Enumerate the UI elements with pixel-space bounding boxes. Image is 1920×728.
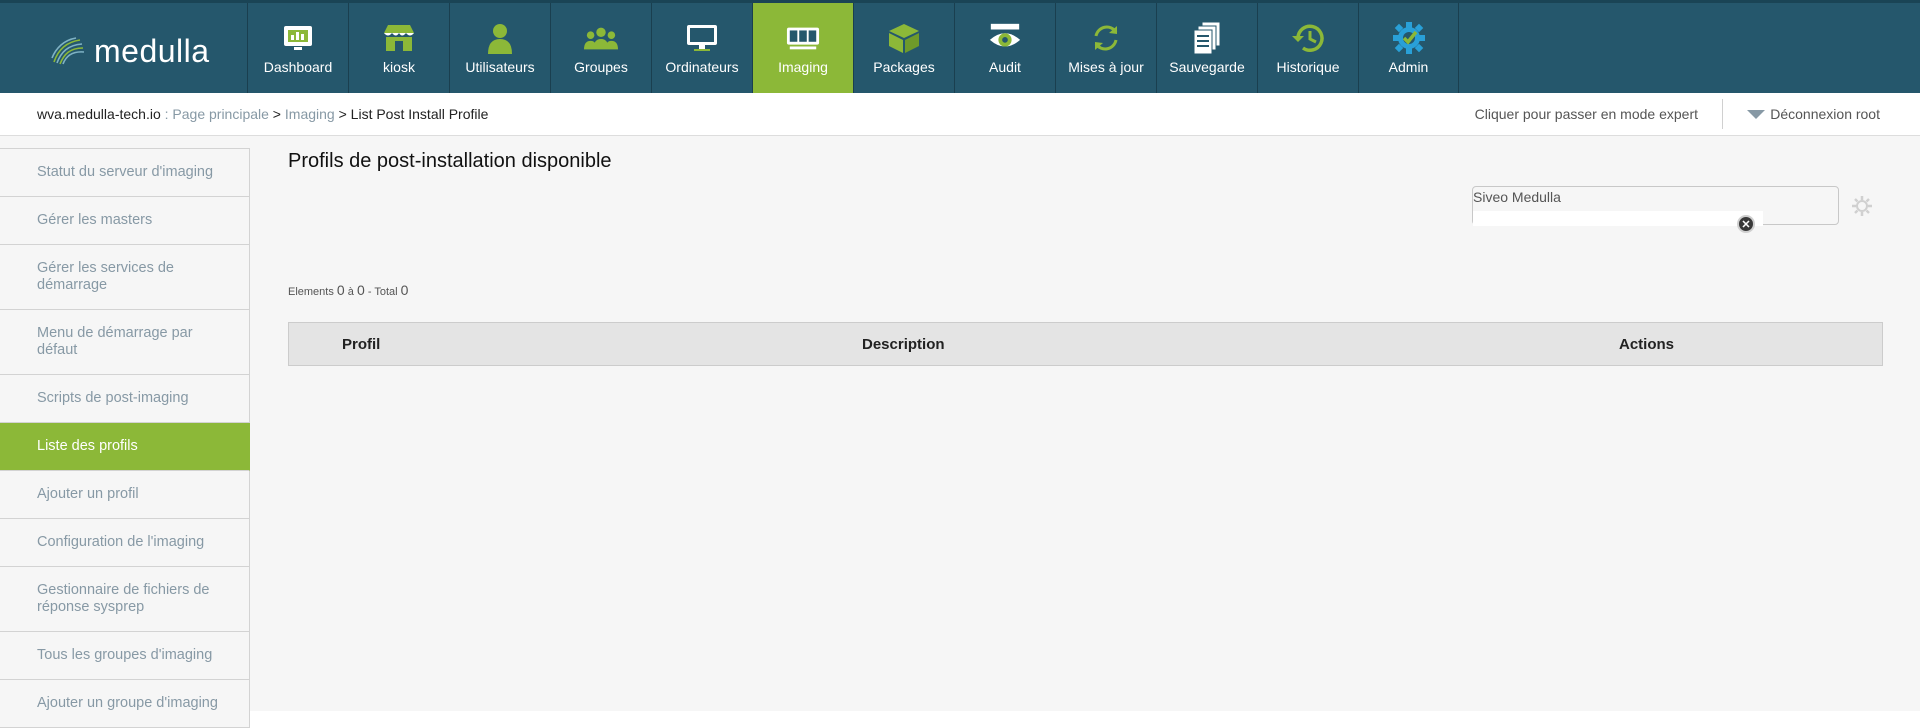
sidebar-item-label: Liste des profils — [37, 438, 138, 454]
nav-mises-a-jour[interactable]: Mises à jour — [1055, 3, 1156, 93]
search-input[interactable] — [1473, 211, 1763, 226]
breadcrumb-host: wva.medulla-tech.io — [37, 106, 161, 122]
page-title: Profils de post-installation disponible — [288, 150, 612, 172]
logo-text: medulla — [94, 32, 210, 69]
count-total-label: - Total — [367, 286, 398, 298]
sidebar-item-statut-serveur[interactable]: Statut du serveur d'imaging — [0, 149, 250, 197]
sidebar-item-ajouter-profil[interactable]: Ajouter un profil — [0, 471, 250, 519]
medulla-logo[interactable]: medulla — [50, 31, 250, 71]
count-sep: à — [347, 286, 354, 298]
nav-label: kiosk — [383, 59, 415, 75]
medulla-logo-icon — [51, 37, 85, 65]
nav-label: Dashboard — [263, 59, 333, 75]
computer-icon — [685, 21, 719, 55]
logout-label: Déconnexion root — [1770, 106, 1880, 122]
dashboard-icon — [281, 21, 315, 55]
sidebar: Statut du serveur d'imaging Gérer les ma… — [0, 148, 250, 728]
column-header-profil: Profil — [342, 336, 381, 353]
sidebar-item-label: Ajouter un groupe d'imaging — [37, 695, 218, 711]
nav-label: Sauvegarde — [1169, 59, 1245, 75]
nav-utilisateurs[interactable]: Utilisateurs — [449, 3, 550, 93]
sidebar-item-ajouter-groupe-imaging[interactable]: Ajouter un groupe d'imaging — [0, 680, 250, 728]
nav-label: Packages — [873, 59, 935, 75]
sidebar-item-groupes-imaging[interactable]: Tous les groupes d'imaging — [0, 632, 250, 680]
column-header-description: Description — [862, 336, 945, 353]
breadcrumb-home-link[interactable]: Page principale — [172, 106, 269, 122]
nav-label: Admin — [1388, 59, 1429, 75]
sidebar-item-configuration-imaging[interactable]: Configuration de l'imaging — [0, 519, 250, 567]
count-prefix: Elements — [288, 286, 334, 298]
nav-dashboard[interactable]: Dashboard — [247, 3, 348, 93]
sidebar-item-gerer-masters[interactable]: Gérer les masters — [0, 197, 250, 245]
filter-box: Siveo Medulla — [1472, 186, 1839, 226]
main-nav: Dashboard kiosk Utilisateurs Groupes Ord… — [247, 3, 1459, 93]
nav-label: Utilisateurs — [465, 59, 535, 75]
breadcrumb: wva.medulla-tech.io : Page principale > … — [37, 106, 488, 122]
nav-label: Ordinateurs — [665, 59, 739, 75]
sidebar-item-liste-profils[interactable]: Liste des profils — [0, 423, 250, 471]
sidebar-item-services-demarrage[interactable]: Gérer les services de démarrage — [0, 245, 250, 310]
logout-link[interactable]: Déconnexion root — [1747, 106, 1880, 122]
imaging-icon — [786, 21, 820, 55]
sidebar-item-scripts-post-imaging[interactable]: Scripts de post-imaging — [0, 375, 250, 423]
sidebar-item-label: Tous les groupes d'imaging — [37, 647, 213, 663]
sidebar-item-label: Statut du serveur d'imaging — [37, 164, 214, 180]
sidebar-item-label: Ajouter un profil — [37, 486, 139, 502]
count-to: 0 — [356, 282, 365, 298]
header-divider — [1722, 99, 1723, 129]
sidebar-item-sysprep[interactable]: Gestionnaire de fichiers de réponse sysp… — [0, 567, 250, 632]
caret-down-icon — [1747, 109, 1766, 119]
nav-historique[interactable]: Historique — [1257, 3, 1358, 93]
top-navbar: medulla Dashboard kiosk Utilisateurs Gro… — [0, 0, 1920, 93]
breadcrumb-current: List Post Install Profile — [350, 106, 489, 122]
nav-admin[interactable]: Admin — [1358, 3, 1459, 93]
profiles-table-header: Profil Description Actions — [288, 322, 1883, 366]
admin-gear-icon — [1392, 21, 1426, 55]
count-total: 0 — [400, 282, 409, 298]
nav-ordinateurs[interactable]: Ordinateurs — [651, 3, 752, 93]
nav-label: Imaging — [778, 59, 828, 75]
nav-label: Groupes — [574, 59, 628, 75]
nav-label: Historique — [1276, 59, 1340, 75]
sidebar-item-label: Gérer les services de démarrage — [37, 260, 174, 293]
sidebar-item-label: Configuration de l'imaging — [37, 534, 205, 550]
nav-imaging[interactable]: Imaging — [752, 3, 853, 93]
breadcrumb-bar: wva.medulla-tech.io : Page principale > … — [0, 93, 1920, 136]
sidebar-item-menu-demarrage[interactable]: Menu de démarrage par défaut — [0, 310, 250, 375]
filter-label: Siveo Medulla — [1473, 189, 1561, 205]
breadcrumb-separator: > — [334, 106, 351, 122]
element-count: Elements 0 à 0 - Total 0 — [288, 282, 408, 298]
groups-icon — [584, 21, 618, 55]
nav-sauvegarde[interactable]: Sauvegarde — [1156, 3, 1257, 93]
packages-icon — [887, 21, 921, 55]
loading-gear-icon — [1852, 196, 1872, 216]
audit-eye-icon — [988, 21, 1022, 55]
sidebar-item-label: Menu de démarrage par défaut — [37, 325, 193, 358]
update-icon — [1089, 21, 1123, 55]
nav-groupes[interactable]: Groupes — [550, 3, 651, 93]
column-header-actions: Actions — [1619, 336, 1675, 353]
nav-kiosk[interactable]: kiosk — [348, 3, 449, 93]
count-from: 0 — [336, 282, 345, 298]
breadcrumb-imaging-link[interactable]: Imaging — [285, 106, 335, 122]
breadcrumb-separator: > — [268, 106, 285, 122]
breadcrumb-separator: : — [160, 106, 173, 122]
history-icon — [1291, 21, 1325, 55]
nav-label: Audit — [989, 59, 1021, 75]
nav-audit[interactable]: Audit — [954, 3, 1055, 93]
kiosk-icon — [382, 21, 416, 55]
page-footer — [250, 711, 1920, 728]
sidebar-item-label: Gérer les masters — [37, 212, 153, 228]
nav-packages[interactable]: Packages — [853, 3, 954, 93]
sidebar-item-label: Scripts de post-imaging — [37, 390, 189, 406]
clear-search-icon[interactable]: ✕ — [1737, 215, 1755, 233]
user-icon — [483, 21, 517, 55]
sidebar-item-label: Gestionnaire de fichiers de réponse sysp… — [37, 582, 210, 615]
nav-label: Mises à jour — [1068, 59, 1144, 75]
backup-icon — [1190, 21, 1224, 55]
expert-mode-link[interactable]: Cliquer pour passer en mode expert — [1475, 106, 1698, 122]
